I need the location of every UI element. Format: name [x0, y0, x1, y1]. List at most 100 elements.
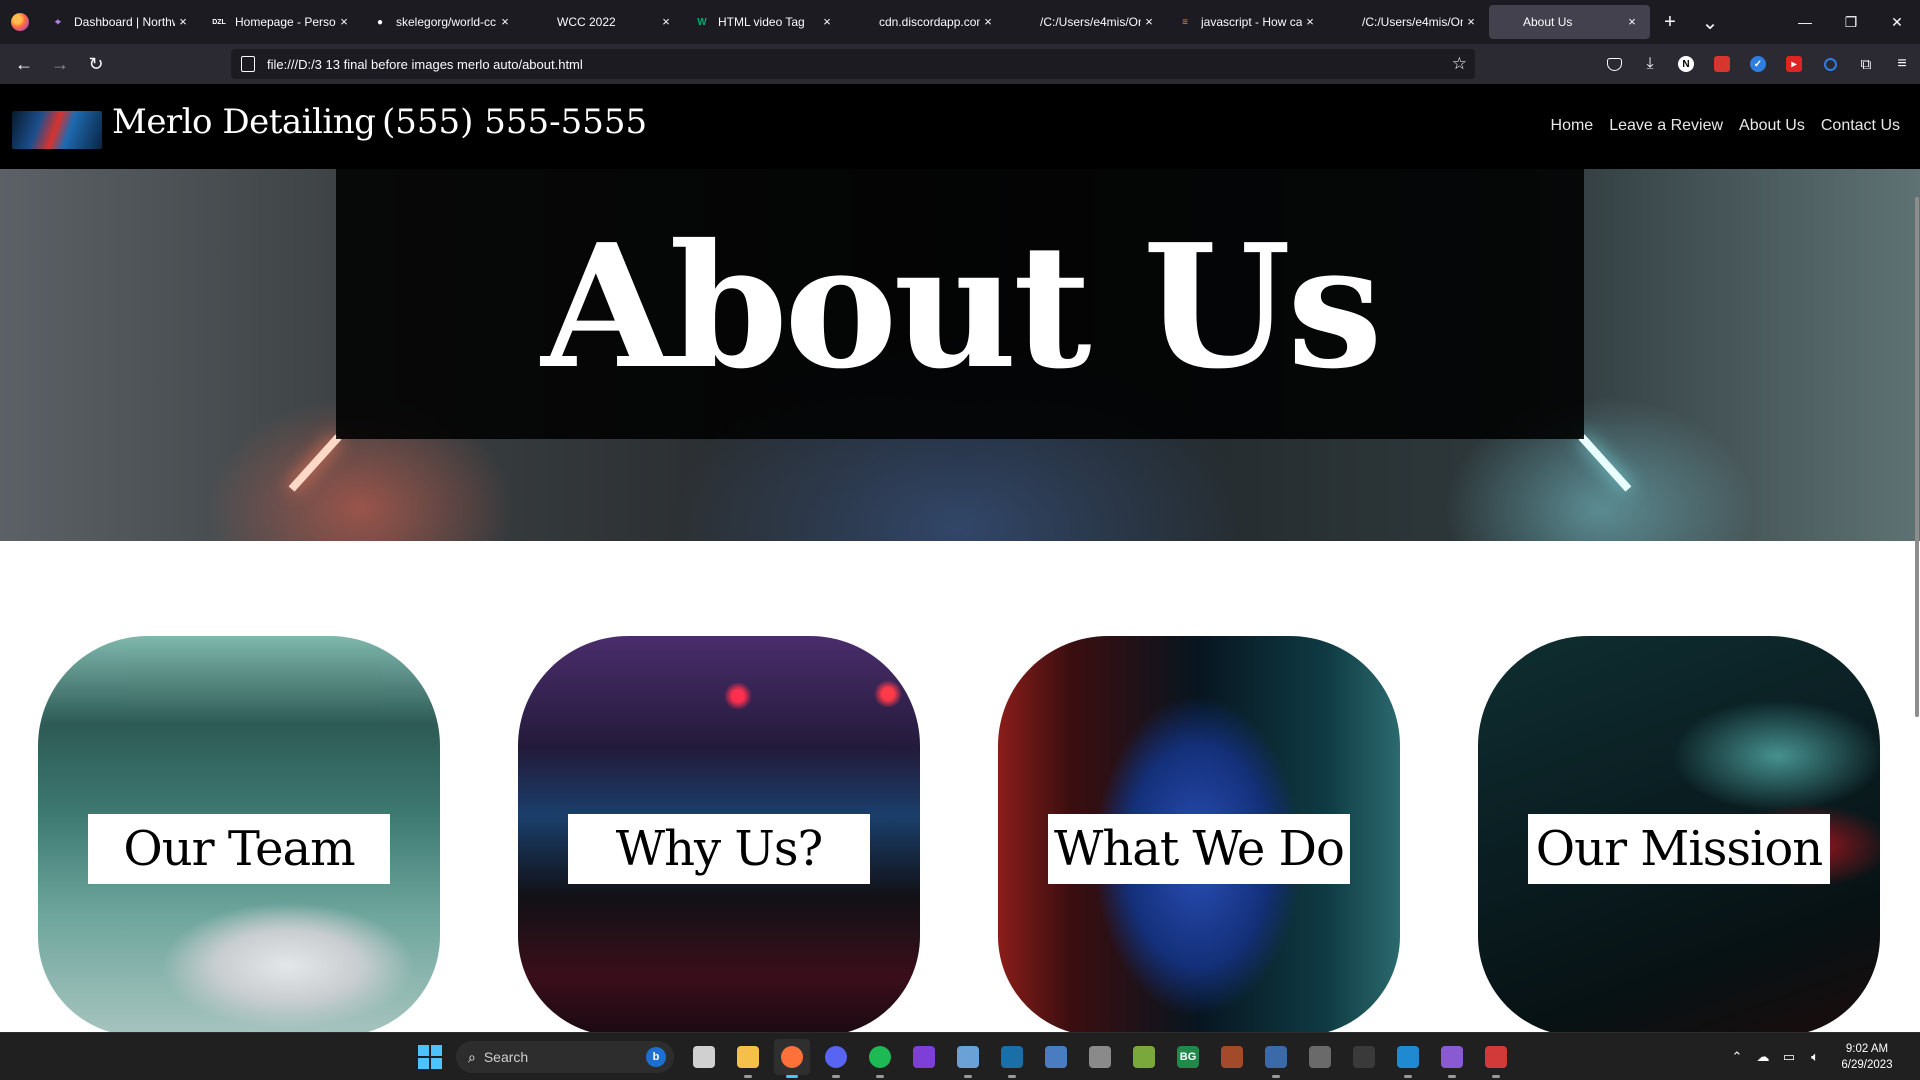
downloads-icon[interactable]: ⤓ [1632, 48, 1668, 80]
card-label[interactable]: Why Us? [568, 814, 870, 884]
taskbar-app-discord[interactable] [818, 1039, 854, 1078]
clock[interactable]: 9:02 AM 6/29/2023 [1828, 1041, 1906, 1073]
tab-3[interactable]: ● skelegorg/world-cc × [362, 0, 523, 44]
github-icon: ● [376, 16, 384, 28]
taskbar-app-unity[interactable] [1346, 1039, 1382, 1075]
taskbar-app-app-shell[interactable] [1082, 1039, 1118, 1075]
discord-icon [825, 1046, 847, 1068]
taskbar-app-vectorize[interactable] [906, 1039, 942, 1075]
card-our-mission[interactable]: Our Mission [1478, 636, 1880, 1032]
taskbar-app-settings[interactable] [950, 1039, 986, 1078]
scrollbar-thumb[interactable] [1915, 197, 1919, 717]
tab-9[interactable]: /C:/Users/e4mis/OneDr× [1328, 0, 1489, 44]
w3schools-icon: W [697, 16, 707, 28]
extensions-puzzle-icon[interactable]: ⧉ [1848, 48, 1884, 80]
dzl-logo-icon: DZL [212, 18, 226, 26]
forward-button[interactable]: → [42, 48, 78, 80]
taskbar-search[interactable]: ⌕ Search b [456, 1041, 674, 1073]
taskbar-app-twitch[interactable] [1302, 1039, 1338, 1075]
page-viewport: Merlo Detailing (555) 555-5555 Home Leav… [0, 84, 1920, 1032]
bookmark-star-icon[interactable]: ☆ [1452, 54, 1467, 74]
taskbar-app-spotify[interactable] [862, 1039, 898, 1078]
taskbar-app-snipping-tool[interactable] [1478, 1039, 1514, 1078]
shield-extension-icon[interactable]: ✓ [1740, 48, 1776, 80]
tab-4[interactable]: WCC 2022 × [523, 0, 684, 44]
close-tab-icon[interactable]: × [336, 14, 352, 30]
blank-icon [855, 14, 871, 30]
tab-1[interactable]: ⌖ Dashboard | Northwest× [40, 0, 201, 44]
nav-about-us[interactable]: About Us [1739, 117, 1805, 135]
close-tab-icon[interactable]: × [1141, 14, 1157, 30]
nav-contact-us[interactable]: Contact Us [1821, 117, 1900, 135]
back-button[interactable]: ← [6, 48, 42, 80]
notion-extension-icon[interactable]: N [1668, 48, 1704, 80]
file-explorer-icon [737, 1046, 759, 1068]
card-what-we-do[interactable]: What We Do [998, 636, 1400, 1032]
hero-title-box: About Us [336, 169, 1584, 439]
vectorize-icon [913, 1046, 935, 1068]
close-tab-icon[interactable]: × [980, 14, 996, 30]
taskbar-app-clapper[interactable] [1434, 1039, 1470, 1078]
taskbar-app-task-view[interactable] [686, 1039, 722, 1075]
brand-name[interactable]: Merlo Detailing [112, 102, 376, 142]
close-tab-icon[interactable]: × [1624, 14, 1640, 30]
taskbar-app-game-controller[interactable] [1038, 1039, 1074, 1075]
tab-6[interactable]: cdn.discordapp.com/at× [845, 0, 1006, 44]
tab-10[interactable]: About Us × [1489, 5, 1650, 39]
firefox-menu-icon[interactable] [0, 0, 40, 44]
close-tab-icon[interactable]: × [175, 14, 191, 30]
card-why-us[interactable]: Why Us? [518, 636, 920, 1032]
card-label[interactable]: Our Mission [1528, 814, 1830, 884]
tab-8[interactable]: ≡ javascript - How can × [1167, 0, 1328, 44]
page-scrollbar[interactable] [1914, 84, 1920, 1032]
taskbar-app-firefox[interactable] [774, 1039, 810, 1078]
new-tab-button[interactable]: + [1650, 0, 1690, 44]
minimize-button[interactable]: — [1782, 0, 1828, 44]
volume-icon[interactable]: 🔈︎ [1802, 1049, 1828, 1065]
tab-2[interactable]: DZL Homepage - Personal× [201, 0, 362, 44]
site-logo[interactable] [12, 111, 102, 149]
network-icon[interactable]: ▭ [1776, 1049, 1802, 1065]
taskbar-app-file-explorer[interactable] [730, 1039, 766, 1078]
tab-title: HTML video Tag [718, 15, 805, 29]
close-tab-icon[interactable]: × [497, 14, 513, 30]
light-streak [1578, 434, 1632, 492]
taskbar-apps: BG [686, 1039, 1514, 1078]
stack-extension-icon[interactable] [1704, 48, 1740, 80]
tab-5[interactable]: W HTML video Tag × [684, 0, 845, 44]
address-bar[interactable]: file:///D:/3 13 final before images merl… [231, 49, 1475, 79]
bing-icon[interactable]: b [646, 1047, 666, 1067]
taskbar-app-vscode[interactable] [1390, 1039, 1426, 1078]
pocket-icon[interactable] [1596, 48, 1632, 80]
taskbar-app-game-art[interactable] [1214, 1039, 1250, 1075]
page-icon [241, 56, 255, 72]
chevron-up-icon[interactable]: ⌃ [1724, 1049, 1750, 1065]
site-nav: Home Leave a Review About Us Contact Us [1551, 117, 1900, 135]
restore-button[interactable]: ❐ [1828, 0, 1874, 44]
close-tab-icon[interactable]: × [1463, 14, 1479, 30]
reload-button[interactable]: ↻ [78, 48, 114, 80]
card-our-team[interactable]: Our Team [38, 636, 440, 1032]
nav-home[interactable]: Home [1551, 117, 1594, 135]
close-tab-icon[interactable]: × [819, 14, 835, 30]
close-tab-icon[interactable]: × [1302, 14, 1318, 30]
card-label[interactable]: What We Do [1048, 814, 1350, 884]
taskbar-app-paint-app[interactable] [1258, 1039, 1294, 1078]
onedrive-icon[interactable]: ☁ [1750, 1049, 1776, 1065]
taskbar-app-loop-app[interactable] [1126, 1039, 1162, 1075]
app-menu-icon[interactable]: ≡ [1884, 48, 1920, 80]
youtube-extension-icon[interactable]: ▸ [1776, 48, 1812, 80]
taskbar-app-steam[interactable] [994, 1039, 1030, 1078]
list-all-tabs-button[interactable]: ⌄ [1690, 0, 1730, 44]
url-text[interactable]: file:///D:/3 13 final before images merl… [267, 57, 583, 72]
toolbar-extensions: ⤓ N ✓ ▸ ⧉ ≡ [1596, 44, 1920, 84]
close-tab-icon[interactable]: × [658, 14, 674, 30]
windows-start-icon[interactable] [418, 1045, 442, 1069]
tab-list: ⌖Dashboard | Northwest×DZLHomepage - Per… [40, 0, 1650, 44]
nav-leave-review[interactable]: Leave a Review [1609, 117, 1723, 135]
card-label[interactable]: Our Team [88, 814, 390, 884]
taskbar-app-bg-app[interactable]: BG [1170, 1039, 1206, 1075]
close-window-button[interactable]: ✕ [1874, 0, 1920, 44]
tab-7[interactable]: /C:/Users/e4mis/OneDr× [1006, 0, 1167, 44]
target-extension-icon[interactable] [1812, 48, 1848, 80]
